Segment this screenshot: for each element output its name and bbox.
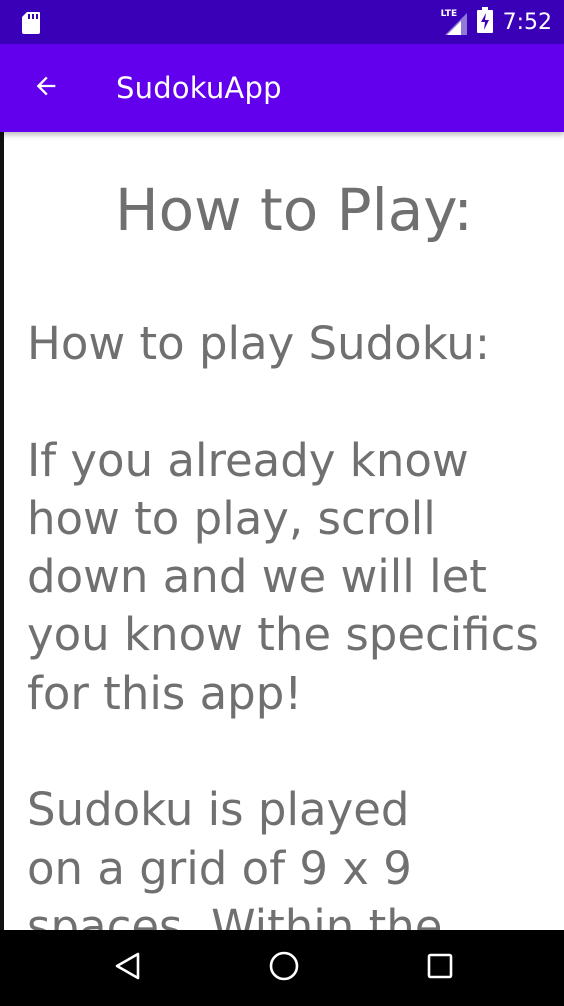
battery-charging-icon xyxy=(476,6,493,38)
app-title: SudokuApp xyxy=(116,71,282,105)
status-bar: LTE 7:52 xyxy=(0,0,564,44)
app-bar: SudokuApp xyxy=(0,44,564,132)
text-line: down and we will let xyxy=(27,550,487,604)
text-line: for this app! xyxy=(27,666,303,720)
arrow-back-icon xyxy=(32,72,60,105)
nav-back-button[interactable] xyxy=(108,948,148,988)
nav-home-button[interactable] xyxy=(264,948,304,988)
nav-recents-button[interactable] xyxy=(420,948,460,988)
text-line: How to play Sudoku: xyxy=(27,317,491,370)
text-line: you know the specifics xyxy=(27,608,539,662)
status-time: 7:52 xyxy=(502,9,552,35)
content-scroll-area[interactable]: How to Play: How to play Sudoku: If you … xyxy=(4,132,564,930)
navigation-bar xyxy=(0,930,564,1006)
text-line: on a grid of 9 x 9 xyxy=(27,841,412,895)
text-line xyxy=(27,723,547,781)
text-line xyxy=(27,373,547,431)
back-button[interactable] xyxy=(22,64,70,112)
nav-home-icon xyxy=(268,950,300,987)
signal-icon: LTE xyxy=(441,9,467,35)
screen: LTE 7:52 SudokuApp How to Play: How to p… xyxy=(0,0,564,1006)
nav-recents-icon xyxy=(426,952,454,985)
instructions-text: How to play Sudoku: If you already know h… xyxy=(27,315,547,930)
text-line: how to play, scroll xyxy=(27,491,436,545)
text-line: If you already know xyxy=(27,433,469,487)
sd-card-icon xyxy=(22,12,40,39)
text-line: Sudoku is played xyxy=(27,783,410,837)
nav-back-icon xyxy=(113,951,143,986)
text-line: spaces. Within the xyxy=(27,899,443,930)
page-title: How to Play: xyxy=(115,176,473,244)
